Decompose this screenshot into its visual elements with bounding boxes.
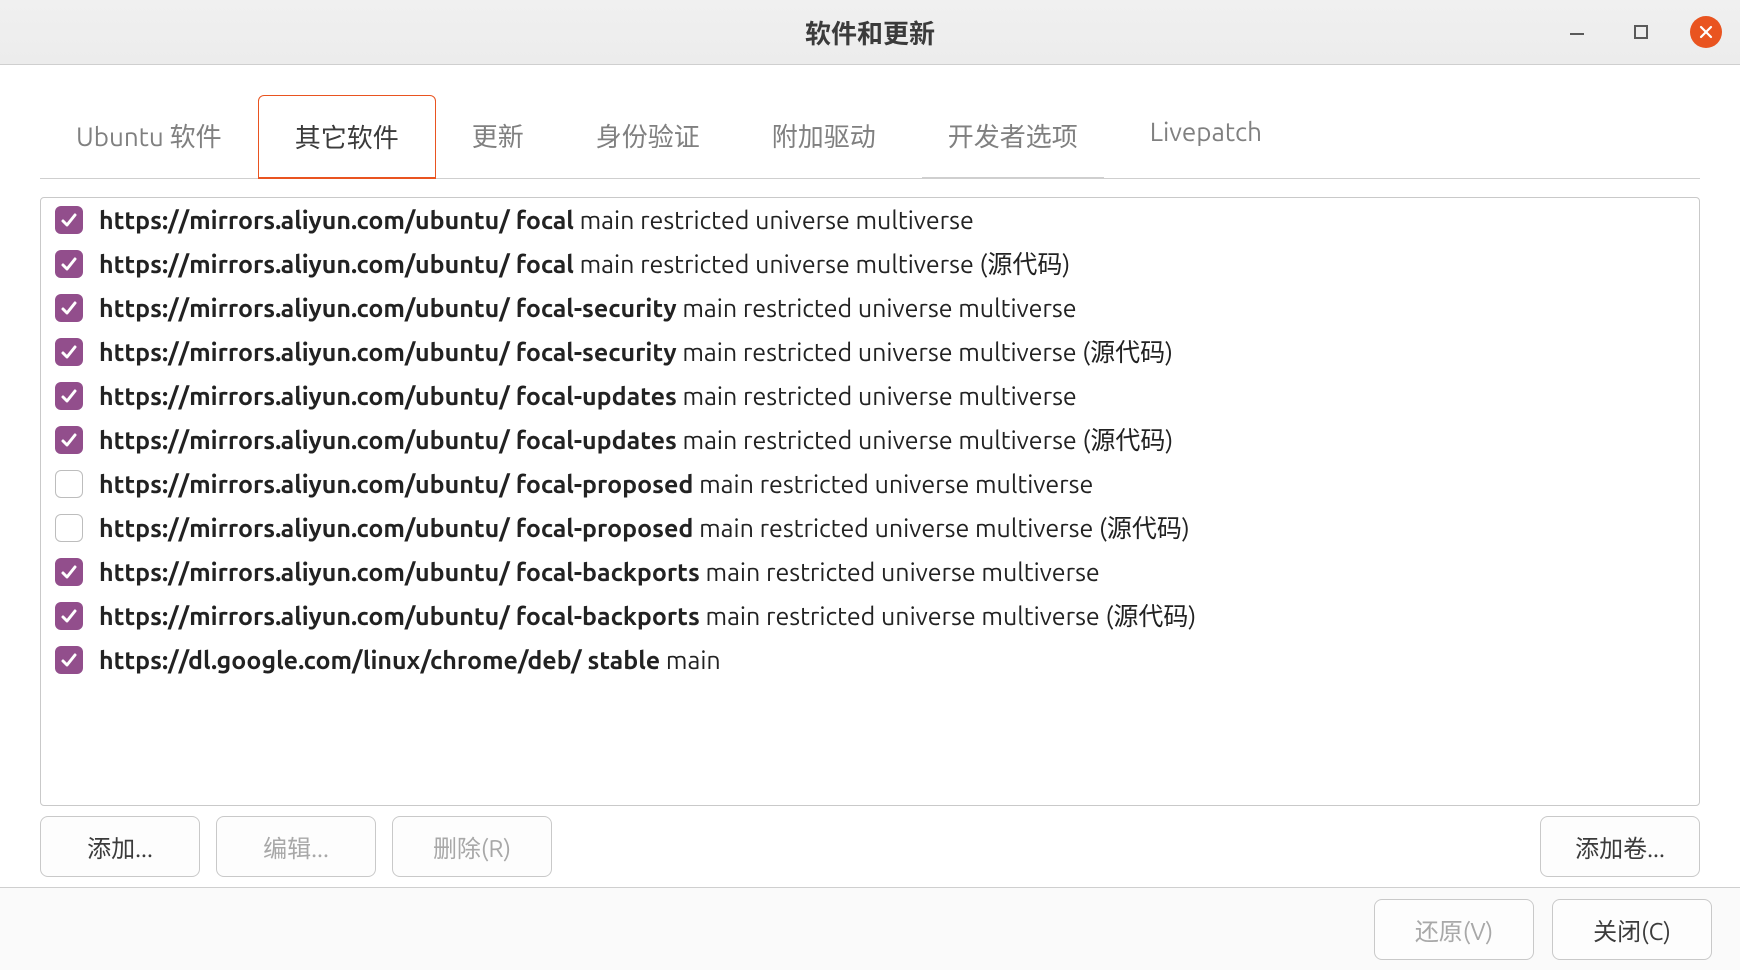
close-icon	[1698, 24, 1714, 40]
tab-5[interactable]: 开发者选项	[912, 95, 1114, 178]
source-row[interactable]: https://mirrors.aliyun.com/ubuntu/ focal…	[41, 550, 1699, 594]
footer: 还原(V) 关闭(C)	[0, 887, 1740, 970]
source-label: https://mirrors.aliyun.com/ubuntu/ focal…	[99, 469, 1093, 499]
source-row[interactable]: https://mirrors.aliyun.com/ubuntu/ focal…	[41, 198, 1699, 242]
source-label: https://mirrors.aliyun.com/ubuntu/ focal…	[99, 337, 1173, 367]
source-row[interactable]: https://mirrors.aliyun.com/ubuntu/ focal…	[41, 330, 1699, 374]
source-label: https://mirrors.aliyun.com/ubuntu/ focal…	[99, 293, 1077, 323]
source-label: https://mirrors.aliyun.com/ubuntu/ focal…	[99, 381, 1077, 411]
source-label: https://mirrors.aliyun.com/ubuntu/ focal…	[99, 557, 1100, 587]
close-button[interactable]	[1690, 16, 1722, 48]
revert-button[interactable]: 还原(V)	[1374, 899, 1534, 960]
source-row[interactable]: https://mirrors.aliyun.com/ubuntu/ focal…	[41, 594, 1699, 638]
source-checkbox[interactable]	[55, 294, 83, 322]
content: Ubuntu 软件其它软件更新身份验证附加驱动开发者选项Livepatch ht…	[0, 65, 1740, 887]
maximize-button[interactable]	[1626, 17, 1656, 47]
add-volume-button[interactable]: 添加卷...	[1540, 816, 1700, 877]
spacer	[568, 816, 1524, 877]
tabs: Ubuntu 软件其它软件更新身份验证附加驱动开发者选项Livepatch	[40, 95, 1700, 179]
tab-2[interactable]: 更新	[436, 95, 560, 178]
close-dialog-button[interactable]: 关闭(C)	[1552, 899, 1712, 960]
source-row[interactable]: https://mirrors.aliyun.com/ubuntu/ focal…	[41, 506, 1699, 550]
minimize-icon	[1567, 22, 1587, 42]
source-label: https://mirrors.aliyun.com/ubuntu/ focal…	[99, 513, 1190, 543]
source-row[interactable]: https://dl.google.com/linux/chrome/deb/ …	[41, 638, 1699, 682]
tab-6[interactable]: Livepatch	[1114, 95, 1298, 178]
source-label: https://mirrors.aliyun.com/ubuntu/ focal…	[99, 249, 1070, 279]
list-toolbar: 添加... 编辑... 删除(R) 添加卷...	[40, 816, 1700, 877]
source-row[interactable]: https://mirrors.aliyun.com/ubuntu/ focal…	[41, 462, 1699, 506]
tab-3[interactable]: 身份验证	[560, 95, 736, 178]
source-checkbox[interactable]	[55, 206, 83, 234]
source-label: https://mirrors.aliyun.com/ubuntu/ focal…	[99, 425, 1173, 455]
source-checkbox[interactable]	[55, 250, 83, 278]
source-row[interactable]: https://mirrors.aliyun.com/ubuntu/ focal…	[41, 374, 1699, 418]
source-label: https://mirrors.aliyun.com/ubuntu/ focal…	[99, 205, 974, 235]
window-controls	[1562, 0, 1722, 64]
source-checkbox[interactable]	[55, 646, 83, 674]
add-button[interactable]: 添加...	[40, 816, 200, 877]
tab-4[interactable]: 附加驱动	[736, 95, 912, 178]
source-checkbox[interactable]	[55, 426, 83, 454]
source-row[interactable]: https://mirrors.aliyun.com/ubuntu/ focal…	[41, 286, 1699, 330]
remove-button[interactable]: 删除(R)	[392, 816, 552, 877]
source-row[interactable]: https://mirrors.aliyun.com/ubuntu/ focal…	[41, 418, 1699, 462]
source-row[interactable]: https://mirrors.aliyun.com/ubuntu/ focal…	[41, 242, 1699, 286]
titlebar: 软件和更新	[0, 0, 1740, 65]
minimize-button[interactable]	[1562, 17, 1592, 47]
source-checkbox[interactable]	[55, 470, 83, 498]
source-checkbox[interactable]	[55, 558, 83, 586]
source-label: https://dl.google.com/linux/chrome/deb/ …	[99, 645, 721, 675]
source-checkbox[interactable]	[55, 338, 83, 366]
source-checkbox[interactable]	[55, 382, 83, 410]
maximize-icon	[1632, 23, 1650, 41]
edit-button[interactable]: 编辑...	[216, 816, 376, 877]
window-title: 软件和更新	[0, 14, 1740, 51]
source-list[interactable]: https://mirrors.aliyun.com/ubuntu/ focal…	[40, 197, 1700, 806]
source-checkbox[interactable]	[55, 514, 83, 542]
source-checkbox[interactable]	[55, 602, 83, 630]
source-label: https://mirrors.aliyun.com/ubuntu/ focal…	[99, 601, 1196, 631]
tab-1[interactable]: 其它软件	[258, 95, 436, 179]
tab-0[interactable]: Ubuntu 软件	[40, 95, 258, 178]
